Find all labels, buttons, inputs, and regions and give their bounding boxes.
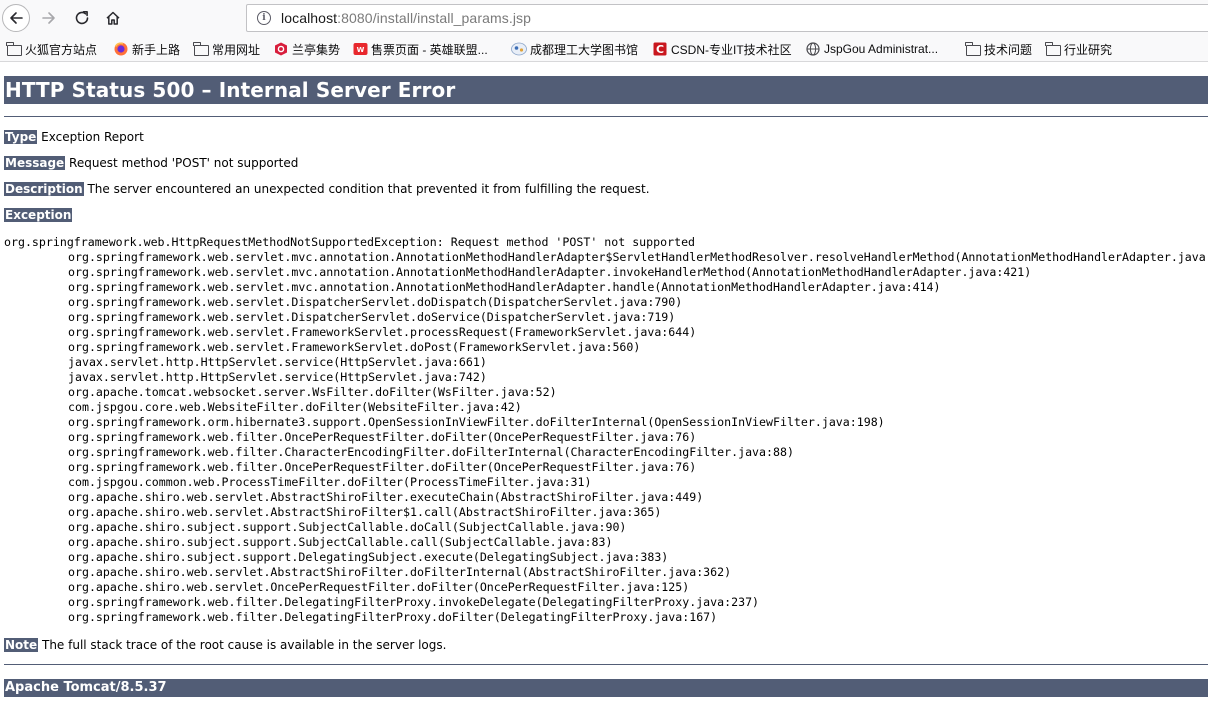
description-label: Description: [4, 182, 84, 196]
divider: [4, 116, 1208, 117]
arrow-right-icon: [42, 12, 55, 24]
browser-toolbar: i localhost:8080/install/install_params.…: [0, 0, 1208, 36]
url-text[interactable]: localhost:8080/install/install_params.js…: [281, 10, 531, 26]
bookmark-lanting[interactable]: 兰亭集势: [273, 40, 340, 58]
bookmark-industry-research[interactable]: 行业研究: [1045, 40, 1112, 58]
folder-icon: [193, 41, 209, 57]
bookmark-label: 兰亭集势: [292, 42, 341, 57]
reload-icon: [75, 11, 89, 25]
server-info: Apache Tomcat/8.5.37: [4, 679, 1208, 697]
trace-line: org.apache.tomcat.websocket.server.WsFil…: [68, 385, 557, 399]
trace-line: javax.servlet.http.HttpServlet.service(H…: [68, 370, 487, 384]
exception-row: Exception: [4, 208, 73, 223]
firefox-icon: [113, 41, 129, 57]
arrow-left-icon: [10, 12, 23, 24]
trace-line: org.springframework.web.servlet.mvc.anno…: [68, 265, 1032, 279]
bookmark-label: 技术问题: [984, 42, 1033, 57]
folder-icon: [1045, 41, 1061, 57]
trace-line: org.springframework.web.filter.OncePerRe…: [68, 430, 697, 444]
bookmark-jspgou-admin[interactable]: JspGou Administrat...: [805, 40, 938, 58]
trace-line: org.springframework.web.servlet.Framewor…: [68, 340, 641, 354]
stack-trace: org.springframework.web.HttpRequestMetho…: [4, 235, 1208, 625]
note-row: Note The full stack trace of the root ca…: [4, 638, 446, 653]
library-icon: [511, 41, 527, 57]
forward-button[interactable]: [35, 4, 63, 32]
trace-line: org.springframework.web.filter.Character…: [68, 445, 794, 459]
bookmark-label: JspGou Administrat...: [824, 42, 939, 56]
description-row: Description The server encountered an un…: [4, 182, 650, 197]
bookmark-label: 售票页面 - 英雄联盟...: [371, 42, 488, 57]
bookmark-label: 成都理工大学图书馆: [530, 42, 639, 57]
trace-line: com.jspgou.common.web.ProcessTimeFilter.…: [68, 475, 592, 489]
home-button[interactable]: [99, 4, 127, 32]
url-host: localhost: [281, 10, 338, 26]
trace-line: org.apache.shiro.subject.support.Subject…: [68, 535, 613, 549]
page-content: HTTP Status 500 – Internal Server Error …: [0, 62, 1208, 712]
svg-text:W: W: [356, 46, 364, 54]
message-row: Message Request method 'POST' not suppor…: [4, 156, 298, 171]
svg-text:C: C: [656, 43, 664, 56]
url-bar[interactable]: i localhost:8080/install/install_params.…: [246, 4, 1208, 32]
lanting-icon: [273, 41, 289, 57]
bookmark-library[interactable]: 成都理工大学图书馆: [511, 40, 638, 58]
trace-line: org.springframework.web.servlet.mvc.anno…: [68, 250, 1208, 264]
trace-head: org.springframework.web.HttpRequestMetho…: [4, 235, 696, 249]
bookmark-firefox-official[interactable]: 火狐官方站点: [6, 40, 97, 58]
trace-line: org.springframework.web.servlet.mvc.anno…: [68, 280, 941, 294]
trace-line: org.apache.shiro.web.servlet.OncePerRequ…: [68, 580, 690, 594]
bookmark-tech-issues[interactable]: 技术问题: [965, 40, 1032, 58]
trace-line: org.springframework.web.servlet.Framewor…: [68, 325, 697, 339]
trace-line: org.springframework.orm.hibernate3.suppo…: [68, 415, 885, 429]
type-label: Type: [4, 130, 38, 144]
folder-icon: [965, 41, 981, 57]
message-label: Message: [4, 156, 66, 170]
trace-line: org.apache.shiro.subject.support.Subject…: [68, 520, 627, 534]
exception-label: Exception: [4, 208, 73, 222]
trace-line: org.apache.shiro.subject.support.Delegat…: [68, 550, 669, 564]
type-row: Type Exception Report: [4, 130, 144, 145]
home-icon: [106, 11, 120, 25]
trace-line: org.springframework.web.servlet.Dispatch…: [68, 310, 676, 324]
bookmark-label: 火狐官方站点: [25, 42, 98, 57]
bookmark-label: 常用网址: [212, 42, 261, 57]
description-value: The server encountered an unexpected con…: [83, 182, 650, 196]
info-icon[interactable]: i: [257, 11, 271, 25]
trace-line: javax.servlet.http.HttpServlet.service(H…: [68, 355, 487, 369]
note-label: Note: [4, 638, 39, 652]
trace-line: org.springframework.web.servlet.Dispatch…: [68, 295, 683, 309]
globe-icon: [805, 41, 821, 57]
bookmarks-bar: 火狐官方站点 新手上路 常用网址 兰亭集势 W 售票页面 - 英雄联盟... 成…: [0, 36, 1208, 62]
bookmark-csdn[interactable]: C CSDN-专业IT技术社区: [652, 40, 792, 58]
bookmark-label: 新手上路: [132, 42, 181, 57]
lol-icon: W: [352, 41, 368, 57]
url-path: :8080/install/install_params.jsp: [337, 10, 532, 26]
trace-line: org.apache.shiro.web.servlet.AbstractShi…: [68, 505, 662, 519]
trace-line: com.jspgou.core.web.WebsiteFilter.doFilt…: [68, 400, 522, 414]
type-value: Exception Report: [37, 130, 144, 144]
bookmark-lol-tickets[interactable]: W 售票页面 - 英雄联盟...: [352, 40, 488, 58]
trace-line: org.apache.shiro.web.servlet.AbstractShi…: [68, 565, 732, 579]
trace-line: org.springframework.web.filter.OncePerRe…: [68, 460, 697, 474]
divider: [4, 664, 1208, 665]
bookmark-common-sites[interactable]: 常用网址: [193, 40, 260, 58]
folder-icon: [6, 41, 22, 57]
message-value: Request method 'POST' not supported: [65, 156, 299, 170]
trace-line: org.springframework.web.filter.Delegatin…: [68, 595, 760, 609]
csdn-icon: C: [652, 41, 668, 57]
page-title: HTTP Status 500 – Internal Server Error: [4, 76, 1208, 104]
bookmark-label: CSDN-专业IT技术社区: [671, 42, 792, 57]
bookmark-getting-started[interactable]: 新手上路: [113, 40, 180, 58]
bookmark-label: 行业研究: [1064, 42, 1113, 57]
trace-line: org.apache.shiro.web.servlet.AbstractShi…: [68, 490, 704, 504]
trace-line: org.springframework.web.filter.Delegatin…: [68, 610, 718, 624]
back-button[interactable]: [2, 4, 30, 32]
reload-button[interactable]: [68, 4, 96, 32]
note-value: The full stack trace of the root cause i…: [38, 638, 447, 652]
